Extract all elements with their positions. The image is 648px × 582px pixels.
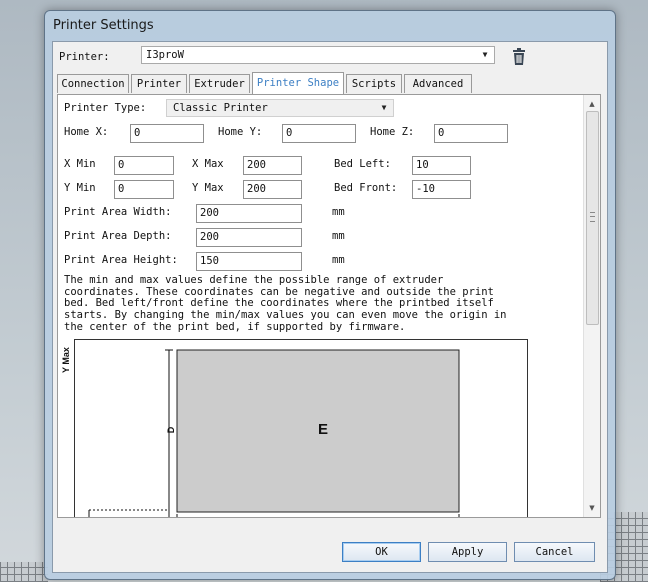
tab-printer-shape[interactable]: Printer Shape: [252, 72, 344, 94]
tab-advanced[interactable]: Advanced: [404, 74, 472, 93]
tab-extruder[interactable]: Extruder: [189, 74, 250, 93]
print-area-width-label: Print Area Width:: [64, 206, 172, 218]
y-max-axis-label: Y Max: [61, 347, 71, 373]
home-x-input[interactable]: 0: [130, 124, 204, 143]
printer-type-select[interactable]: Classic Printer ▼: [166, 99, 394, 117]
ok-button[interactable]: OK: [342, 542, 421, 562]
apply-button[interactable]: Apply: [428, 542, 507, 562]
print-area-depth-input[interactable]: 200: [196, 228, 302, 247]
printer-type-value: Classic Printer: [173, 102, 268, 114]
chevron-down-icon: ▼: [482, 50, 488, 59]
home-x-label: Home X:: [64, 126, 109, 138]
printer-select-value: I3proW: [146, 49, 184, 61]
printer-type-label: Printer Type:: [64, 102, 147, 114]
height-unit: mm: [332, 254, 345, 266]
print-area-height-label: Print Area Height:: [64, 254, 178, 266]
printer-label: Printer:: [59, 51, 110, 63]
scroll-thumb[interactable]: [586, 111, 599, 325]
home-y-input[interactable]: 0: [282, 124, 356, 143]
printer-settings-dialog: Printer Settings Printer: I3proW ▼ Conne…: [44, 10, 616, 580]
print-area-width-input[interactable]: 200: [196, 204, 302, 223]
bed-marker: E: [318, 421, 328, 438]
home-z-input[interactable]: 0: [434, 124, 508, 143]
trash-icon[interactable]: [511, 48, 527, 66]
window-title: Printer Settings: [53, 18, 154, 33]
grip-icon: [590, 212, 595, 222]
bed-preview: D E: [74, 339, 528, 517]
width-unit: mm: [332, 206, 345, 218]
dialog-client-area: Printer: I3proW ▼ Connection Printer Ext…: [52, 41, 608, 573]
bed-left-input[interactable]: 10: [412, 156, 471, 175]
home-y-label: Home Y:: [218, 126, 263, 138]
panel-scrollbar[interactable]: ▲ ▼: [583, 95, 600, 517]
chevron-down-icon: ▼: [381, 103, 387, 112]
print-area-depth-label: Print Area Depth:: [64, 230, 172, 242]
printer-select[interactable]: I3proW ▼: [141, 46, 495, 64]
cancel-button[interactable]: Cancel: [514, 542, 595, 562]
home-z-label: Home Z:: [370, 126, 415, 138]
tab-printer[interactable]: Printer: [131, 74, 187, 93]
bed-preview-canvas: D E: [88, 349, 460, 517]
help-text: The min and max values define the possib…: [64, 274, 507, 333]
printer-shape-panel: Printer Type: Classic Printer ▼ Home X: …: [57, 94, 601, 518]
y-max-label: Y Max: [192, 182, 224, 194]
x-min-input[interactable]: 0: [114, 156, 174, 175]
depth-marker: D: [166, 426, 176, 433]
tab-connection[interactable]: Connection: [57, 74, 129, 93]
y-max-input[interactable]: 200: [243, 180, 302, 199]
x-max-input[interactable]: 200: [243, 156, 302, 175]
bed-left-label: Bed Left:: [334, 158, 391, 170]
y-min-label: Y Min: [64, 182, 96, 194]
depth-unit: mm: [332, 230, 345, 242]
x-min-label: X Min: [64, 158, 96, 170]
background-grid-left: [0, 562, 48, 582]
bed-front-label: Bed Front:: [334, 182, 398, 194]
tab-scripts[interactable]: Scripts: [346, 74, 402, 93]
bed-front-input[interactable]: -10: [412, 180, 471, 199]
y-max-axis-text: Y Max: [61, 347, 71, 373]
scroll-up-icon[interactable]: ▲: [584, 97, 600, 111]
x-max-label: X Max: [192, 158, 224, 170]
y-min-input[interactable]: 0: [114, 180, 174, 199]
print-area-height-input[interactable]: 150: [196, 252, 302, 271]
scroll-down-icon[interactable]: ▼: [584, 501, 600, 515]
